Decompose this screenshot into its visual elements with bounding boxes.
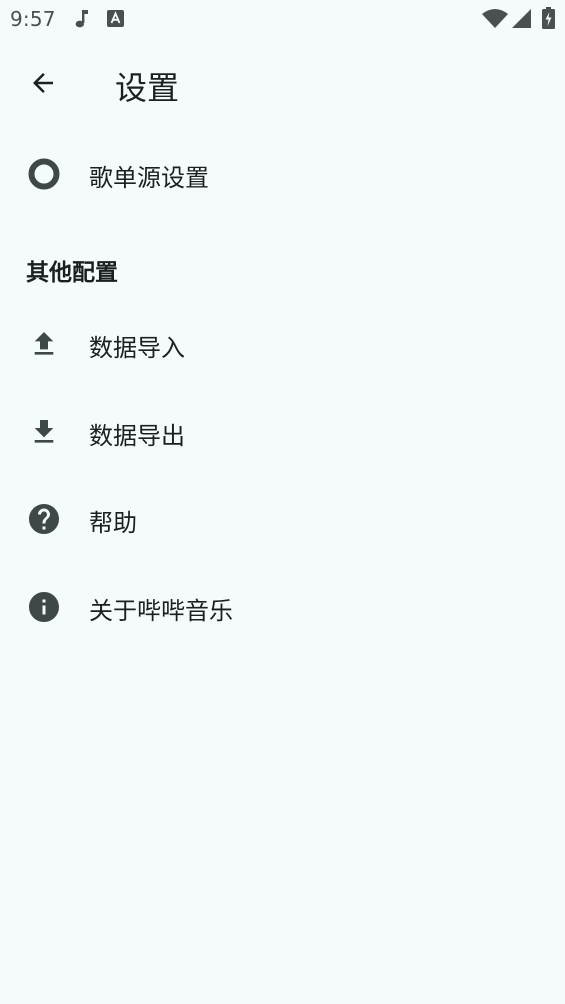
data-import-item[interactable]: 数据导入 <box>0 300 565 388</box>
help-label: 帮助 <box>89 509 137 537</box>
battery-charging-icon <box>542 7 555 29</box>
font-a-icon <box>107 10 124 27</box>
playlist-source-settings-item[interactable]: 歌单源设置 <box>0 130 565 218</box>
status-bar: 9:57 <box>0 0 565 38</box>
about-label: 关于哔哔音乐 <box>89 597 233 625</box>
download-icon <box>26 414 62 450</box>
wifi-icon <box>482 9 508 28</box>
music-note-icon <box>75 10 88 28</box>
data-export-item[interactable]: 数据导出 <box>0 388 565 476</box>
status-time: 9:57 <box>10 7 56 31</box>
app-bar: 设置 <box>0 38 565 128</box>
about-item[interactable]: 关于哔哔音乐 <box>0 563 565 651</box>
data-import-label: 数据导入 <box>89 334 185 362</box>
info-circle-icon <box>26 589 62 625</box>
upload-icon <box>26 326 62 362</box>
settings-screen: 9:57 设置 歌单源设置 其他配置 数据导入 数据导出 帮助 关于哔哔音乐 <box>0 0 565 1004</box>
arrow-left-icon <box>33 73 53 93</box>
playlist-source-settings-label: 歌单源设置 <box>89 164 209 192</box>
section-header-other-config: 其他配置 <box>26 260 118 286</box>
cell-signal-icon <box>512 9 531 28</box>
data-export-label: 数据导出 <box>89 422 185 450</box>
radio-ring-icon <box>26 156 62 192</box>
help-item[interactable]: 帮助 <box>0 475 565 563</box>
help-circle-icon <box>26 501 62 537</box>
page-title: 设置 <box>115 69 180 107</box>
back-button[interactable] <box>20 60 66 106</box>
